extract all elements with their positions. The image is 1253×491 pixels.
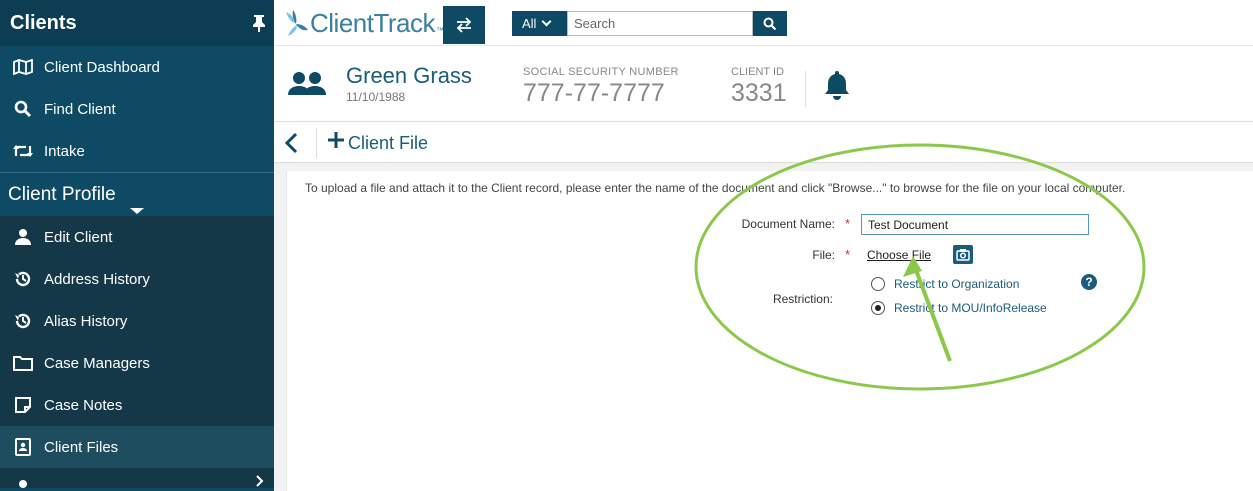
client-header: Green Grass 11/10/1988 SOCIAL SECURITY N… (274, 47, 1253, 121)
radio-button[interactable] (871, 277, 885, 291)
sidebar-item-address-history[interactable]: Address History (0, 258, 274, 300)
sidebar-item-label: Case Notes (44, 396, 123, 414)
form-panel: To upload a file and attach it to the Cl… (286, 171, 1253, 491)
sidebar-item-edit-client[interactable]: Edit Client (0, 216, 274, 258)
logo-text: ClientTrack (310, 7, 436, 38)
top-bar: ClientTrack ™ All (274, 0, 1253, 46)
switch-button[interactable] (443, 6, 485, 44)
search-icon (763, 17, 777, 30)
sidebar-item-label: Intake (44, 142, 85, 160)
choose-file-button[interactable]: Choose File (867, 248, 931, 262)
ssn-label: SOCIAL SECURITY NUMBER (523, 66, 679, 78)
user-icon (12, 476, 34, 491)
client-id-value: 3331 (731, 79, 787, 107)
sidebar-header: Clients (0, 0, 274, 46)
sidebar: Clients Client Dashboard Find Client Int… (0, 0, 274, 491)
sidebar-section-title: Client Profile (8, 183, 116, 205)
sidebar-section-client-profile[interactable]: Client Profile (0, 172, 274, 216)
file-icon (12, 438, 34, 456)
sidebar-item-label: Alias History (44, 312, 128, 330)
instructions-text: To upload a file and attach it to the Cl… (305, 181, 1126, 195)
sidebar-item-label: Client Files (44, 438, 119, 456)
document-name-label: Document Name: (741, 217, 835, 231)
pin-icon[interactable] (252, 14, 266, 32)
user-icon (12, 228, 34, 246)
chevron-right-icon (256, 474, 264, 491)
search-button[interactable] (753, 11, 787, 36)
sidebar-item-client-files[interactable]: Client Files (0, 426, 274, 468)
client-dob: 11/10/1988 (346, 90, 406, 104)
history-icon (12, 312, 34, 330)
client-id-label: CLIENT ID (731, 66, 784, 78)
sidebar-item-find-client[interactable]: Find Client (0, 88, 274, 130)
folder-icon (12, 354, 34, 372)
search-icon (12, 100, 34, 118)
history-icon (12, 270, 34, 288)
document-name-input[interactable] (861, 214, 1089, 235)
page-toolbar: Client File (274, 121, 1253, 163)
ssn-value: 777-77-7777 (523, 79, 665, 107)
restriction-label: Restriction: (772, 292, 833, 306)
sidebar-item-more[interactable] (0, 468, 274, 488)
file-label: File: (812, 248, 835, 262)
divider (805, 71, 806, 107)
caret-down-icon (130, 208, 144, 214)
sidebar-title: Clients (10, 11, 77, 34)
divider (316, 128, 317, 158)
note-icon (12, 396, 34, 414)
radio-label: Restrict to MOU/InfoRelease (894, 301, 1047, 315)
required-marker: * (845, 216, 851, 231)
help-icon[interactable]: ? (1081, 274, 1097, 290)
page-title: Client File (348, 133, 429, 153)
restrict-organization-option[interactable]: Restrict to Organization (871, 277, 1019, 291)
search-scope-dropdown[interactable]: All (512, 11, 567, 36)
search-scope-label: All (522, 16, 537, 31)
sidebar-item-case-notes[interactable]: Case Notes (0, 384, 274, 426)
radio-button-checked[interactable] (871, 301, 885, 315)
logo-icon (286, 10, 308, 36)
sidebar-item-client-dashboard[interactable]: Client Dashboard (0, 46, 274, 88)
sidebar-item-case-managers[interactable]: Case Managers (0, 342, 274, 384)
users-icon (288, 71, 326, 100)
radio-label: Restrict to Organization (894, 277, 1020, 291)
app-logo[interactable]: ClientTrack ™ (284, 8, 444, 38)
sidebar-item-label: Address History (44, 270, 150, 288)
sidebar-item-label: Case Managers (44, 354, 150, 372)
sidebar-item-intake[interactable]: Intake (0, 130, 274, 172)
retweet-icon (12, 142, 34, 160)
bell-icon[interactable] (822, 69, 852, 104)
restrict-mou-option[interactable]: Restrict to MOU/InfoRelease (871, 301, 1047, 315)
plus-icon (326, 130, 346, 155)
back-chevron-icon[interactable] (284, 132, 304, 154)
search-input[interactable] (567, 11, 753, 36)
camera-icon[interactable] (953, 245, 973, 264)
sidebar-item-label: Edit Client (44, 228, 113, 246)
sidebar-item-label: Client Dashboard (44, 58, 160, 76)
content-area: To upload a file and attach it to the Cl… (274, 163, 1253, 491)
sidebar-item-label: Find Client (44, 100, 116, 118)
sidebar-item-alias-history[interactable]: Alias History (0, 300, 274, 342)
required-marker: * (845, 247, 851, 262)
chevron-down-icon (542, 16, 552, 27)
client-name[interactable]: Green Grass (346, 63, 472, 89)
map-icon (12, 58, 34, 76)
swap-icon (456, 17, 472, 33)
